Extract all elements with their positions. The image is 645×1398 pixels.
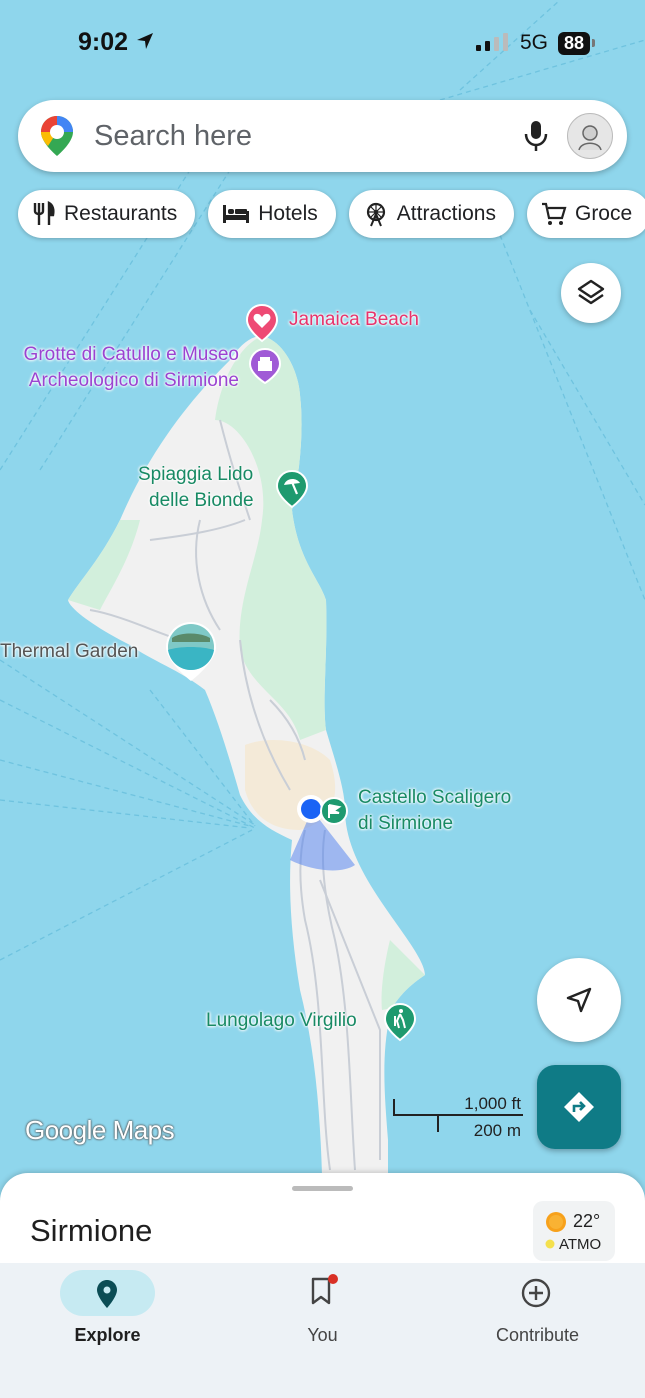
layers-icon: [577, 279, 605, 305]
label-thermal-garden[interactable]: Thermal Garden: [0, 639, 138, 665]
explore-pin-icon: [97, 1280, 117, 1308]
hiking-pin-icon: [383, 1002, 417, 1042]
place-title: Sirmione: [30, 1213, 153, 1248]
directions-button[interactable]: [537, 1065, 621, 1149]
nav-label-contribute: Contribute: [495, 1325, 580, 1345]
sheet-drag-handle[interactable]: [292, 1186, 353, 1191]
fork-knife-icon: [33, 201, 55, 225]
spiaggia-marker[interactable]: [275, 469, 309, 514]
directions-icon: [564, 1092, 594, 1122]
status-indicators: 5G 88: [475, 31, 596, 55]
sun-icon: [546, 1212, 566, 1232]
nav-explore[interactable]: Explore: [0, 1263, 215, 1363]
map-scale: 1,000 ft 200 m: [393, 1094, 523, 1140]
nav-contribute[interactable]: Contribute: [430, 1263, 645, 1363]
label-grotte-line2[interactable]: Archeologico di Sirmione: [0, 368, 239, 394]
air-quality-dot-icon: [545, 1239, 555, 1249]
thermal-garden-marker[interactable]: [164, 620, 218, 689]
grotte-marker[interactable]: [248, 347, 282, 390]
label-lungolago[interactable]: Lungolago Virgilio: [206, 1008, 357, 1034]
label-spiaggia-line1[interactable]: Spiaggia Lido: [138, 462, 253, 488]
location-arrow-icon: [137, 33, 153, 49]
bed-icon: [223, 205, 250, 223]
chip-groceries[interactable]: Groce: [526, 190, 645, 238]
heart-pin-icon: [245, 303, 279, 343]
label-castello-line2[interactable]: di Sirmione: [358, 811, 453, 837]
weather-chip[interactable]: 22° ATMO: [533, 1201, 615, 1261]
search-bar[interactable]: Search here: [18, 100, 627, 172]
photo-pin-icon: [166, 622, 216, 681]
chip-label: Restaurants: [64, 202, 178, 225]
ferris-wheel-icon: [366, 202, 385, 227]
chip-label: Attractions: [396, 202, 496, 225]
castle-pin-icon: [320, 797, 348, 825]
label-castello-line1[interactable]: Castello Scaligero: [358, 785, 511, 811]
google-maps-logo: Google Maps: [25, 1115, 175, 1145]
search-input[interactable]: Search here: [94, 120, 523, 153]
network-type: 5G: [519, 31, 548, 54]
chip-attractions[interactable]: Attractions: [348, 190, 514, 238]
castello-marker[interactable]: [318, 796, 350, 835]
temperature: 22°: [573, 1211, 601, 1231]
scale-bar: [393, 1099, 523, 1132]
status-time: 9:02: [78, 28, 155, 57]
maps-pin-logo-icon: [41, 116, 73, 156]
avatar[interactable]: [567, 113, 613, 159]
label-jamaica-beach[interactable]: Jamaica Beach: [289, 307, 419, 333]
profile-photo-icon: [578, 125, 602, 151]
lungolago-marker[interactable]: [383, 1002, 417, 1047]
nav-label-you: You: [307, 1325, 338, 1345]
add-circle-icon: [521, 1278, 551, 1308]
bookmark-icon: [311, 1274, 338, 1305]
cart-icon: [541, 202, 567, 225]
layers-button[interactable]: [561, 263, 621, 323]
signal-icon: [475, 33, 508, 51]
chip-label: Hotels: [258, 202, 318, 225]
navigation-arrow-icon: [566, 987, 592, 1013]
bottom-navigation: Explore You Contribute: [0, 1263, 645, 1398]
chip-hotels[interactable]: Hotels: [208, 190, 336, 238]
label-grotte-line1[interactable]: Grotte di Catullo e Museo: [0, 342, 239, 368]
air-quality-label: ATMO: [559, 1236, 602, 1253]
nav-label-explore: Explore: [74, 1325, 141, 1345]
my-location-button[interactable]: [537, 958, 621, 1042]
chip-label: Groce: [574, 202, 633, 225]
museum-pin-icon: [248, 347, 282, 385]
microphone-icon[interactable]: [523, 119, 549, 153]
battery-indicator: 88: [557, 31, 596, 55]
category-chips: Restaurants Hotels Attractions Groce: [18, 190, 645, 238]
jamaica-beach-marker[interactable]: [245, 303, 279, 348]
beach-umbrella-pin-icon: [275, 469, 309, 509]
label-spiaggia-line2[interactable]: delle Bionde: [149, 488, 254, 514]
nav-you[interactable]: You: [215, 1263, 430, 1363]
chip-restaurants[interactable]: Restaurants: [18, 190, 196, 238]
